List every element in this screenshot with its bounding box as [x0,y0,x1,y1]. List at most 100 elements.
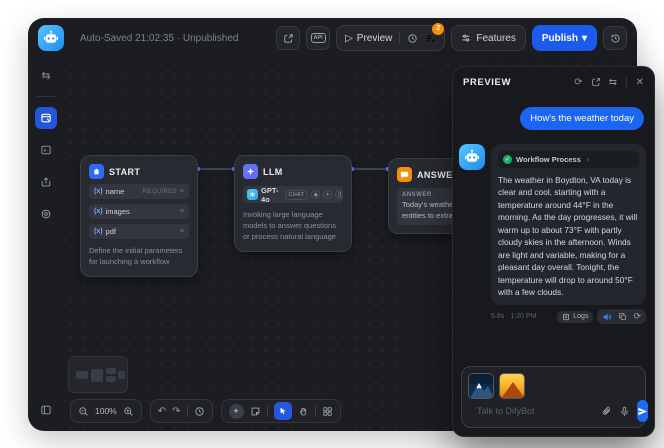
minimap[interactable] [68,356,128,393]
undo-button[interactable]: ↶ [158,406,166,417]
left-sidebar: ⇆ [28,58,64,431]
add-note-button[interactable] [250,406,261,417]
chat-input-box [461,366,646,428]
bot-avatar [459,144,485,170]
external-link-icon [283,33,294,44]
zoom-out-button[interactable] [78,406,89,417]
add-block-button[interactable]: + [229,404,244,419]
node-start[interactable]: START (x) name REQUIRED ≡ (x) images ≡ (… [80,155,198,277]
mode-controls: + [221,399,341,423]
terminal-icon [40,144,52,156]
start-field-pdf[interactable]: (x) pdf ≡ [89,224,189,239]
publish-label: Publish [542,33,578,44]
features-label: Features [476,33,515,44]
capability-tools-icon: ✦ [323,190,332,199]
open-in-new-button[interactable] [591,77,601,87]
node-description: Invoking large language models to answer… [243,210,343,243]
checklist-button[interactable]: 2 [425,33,436,44]
gpt4o-model-icon [247,189,258,200]
api-access-button[interactable]: API [306,26,330,50]
zoom-in-button[interactable] [123,406,134,417]
workflow-process-toggle[interactable]: ✓ Workflow Process › [498,151,639,168]
swap-icon: ⇆ [41,69,50,82]
send-button[interactable] [637,400,648,422]
sidebar-collapse-button[interactable] [35,399,57,421]
run-history-button[interactable] [407,33,418,44]
voice-input-button[interactable] [619,406,630,417]
preview-header: PREVIEW ⟳ ⇆ | ✕ [453,67,654,97]
chat-input[interactable] [477,406,594,416]
regenerate-button[interactable]: ⟳ [633,311,641,322]
attach-file-button[interactable] [601,406,612,417]
capability-json-icon: {} [335,190,343,199]
variable-icon: (x) [94,188,103,195]
organize-blocks-button[interactable] [322,406,333,417]
top-header: Auto-Saved 21:02:35 · Unpublished API ▷ … [28,18,637,58]
preview-panel: PREVIEW ⟳ ⇆ | ✕ How's the weather today … [452,66,655,437]
close-preview-button[interactable]: ✕ [636,77,644,88]
autosave-status: Auto-Saved 21:02:35 · Unpublished [80,33,238,44]
redo-button[interactable]: ↷ [172,406,180,417]
sliders-icon [461,33,471,43]
logs-button[interactable]: Logs [557,311,593,323]
node-llm[interactable]: LLM GPT-4o CHAT ◉ ✦ {} ≡ Invoking large … [234,155,352,252]
gear-icon [40,208,52,220]
edge-llm-answer [352,168,388,170]
bot-message-bubble: ✓ Workflow Process › The weather in Boyd… [491,144,646,305]
copy-icon [618,312,627,321]
field-menu-icon: ≡ [180,228,184,235]
orchestrate-icon [40,112,52,124]
field-menu-icon: ≡ [180,208,184,215]
bot-message-text: The weather in Boydton, VA today is clea… [498,174,639,298]
start-field-images[interactable]: (x) images ≡ [89,204,189,219]
user-message-bubble: How's the weather today [520,107,644,130]
pointer-mode-button[interactable] [274,402,292,420]
preview-run-button[interactable]: ▷ Preview [345,33,392,44]
run-controls: ▷ Preview 2 [336,25,445,51]
field-name: pdf [106,227,116,236]
chevron-down-icon: ▾ [582,33,587,44]
sidebar-divider [37,96,55,97]
api-icon: API [311,33,326,43]
hand-mode-button[interactable] [298,406,309,417]
publish-button[interactable]: Publish ▾ [532,25,597,51]
features-button[interactable]: Features [451,25,525,51]
history-icon [610,33,621,44]
message-meta: 5.8s · 1:20 PM [491,313,537,320]
bot-message: ✓ Workflow Process › The weather in Boyd… [453,130,654,324]
sidebar-item-workflow[interactable]: ⇆ [35,64,57,86]
sidebar-item-orchestrate[interactable] [35,107,57,129]
field-name: images [106,207,130,216]
sidebar-item-preview-app[interactable] [35,139,57,161]
field-tag: REQUIRED [143,189,177,195]
sidebar-item-settings[interactable] [35,203,57,225]
restart-conversation-button[interactable]: ⟳ [574,77,582,88]
change-history-button[interactable] [194,406,205,417]
paperclip-icon [601,406,612,417]
version-history-button[interactable] [603,26,627,50]
attachment-thumbnail-sunset-mountain[interactable] [499,373,525,399]
copy-button[interactable] [618,312,627,321]
variable-icon: (x) [94,228,103,235]
text-to-speech-button[interactable] [602,312,612,322]
app-logo[interactable] [38,25,64,51]
logs-label: Logs [573,313,588,320]
microphone-icon [619,406,630,417]
panel-icon [40,404,52,416]
edge-start-llm [198,168,234,170]
checklist-badge: 2 [432,23,444,35]
open-app-button[interactable] [276,26,300,50]
start-field-name[interactable]: (x) name REQUIRED ≡ [89,184,189,199]
history-controls: ↶ ↷ [150,399,213,423]
start-node-icon [89,164,104,179]
model-selector[interactable]: GPT-4o CHAT ◉ ✦ {} ≡ [243,186,343,203]
clock-icon [407,33,418,44]
chat-mode-badge: CHAT [285,190,309,200]
attachment-thumbnail-night-mountain[interactable] [468,373,494,399]
robot-icon [43,30,59,46]
zoom-level[interactable]: 100% [95,406,117,416]
field-name: name [106,187,125,196]
swap-panel-button[interactable]: ⇆ [609,77,617,88]
sidebar-item-publish-tools[interactable] [35,171,57,193]
logs-icon [562,313,570,321]
